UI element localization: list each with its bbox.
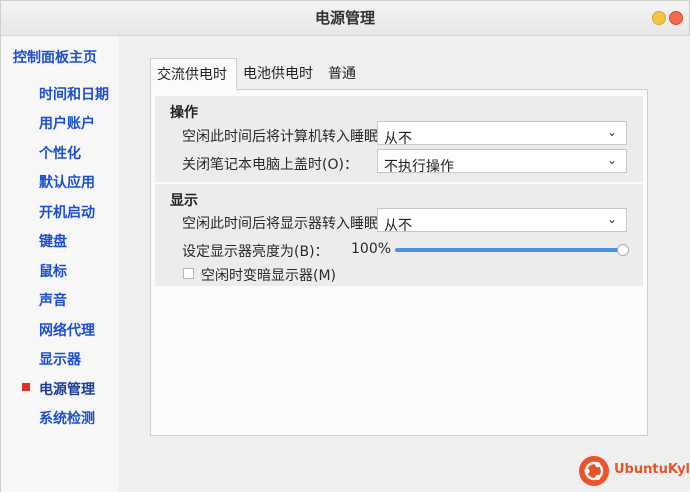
dim-display-label: 空闲时变暗显示器(M) (201, 268, 337, 284)
sidebar-item-power[interactable]: 电源管理 (39, 379, 95, 399)
power-management-window: 电源管理 控制面板主页 时间和日期 用户账户 个性化 默认应用 开机启动 键盘 … (0, 0, 690, 492)
idle-display-label: 空闲此时间后将显示器转入睡眠 (182, 216, 378, 232)
minimize-button[interactable] (652, 11, 666, 25)
sidebar-item-startup[interactable]: 开机启动 (39, 202, 95, 222)
brightness-value: 100% (351, 241, 392, 257)
active-item-marker (22, 383, 30, 391)
sidebar-item-system-check[interactable]: 系统检测 (39, 408, 95, 428)
sidebar-item-network-proxy[interactable]: 网络代理 (39, 320, 95, 340)
brightness-label: 设定显示器亮度为(B)： (182, 244, 329, 260)
idle-sleep-label: 空闲此时间后将计算机转入睡眠 (182, 129, 378, 145)
brand-logo: UbuntuKylin (579, 456, 690, 486)
operation-title: 操作 (170, 105, 198, 121)
main-content: 交流供电时 电池供电时 普通 操作 空闲此时间后将计算机转入睡眠 从不 ⌄ 关闭… (119, 36, 690, 492)
tab-general[interactable]: 普通 (328, 58, 356, 90)
lid-close-value: 不执行操作 (384, 159, 454, 173)
chevron-down-icon: ⌄ (606, 153, 617, 167)
sidebar-item-user-accounts[interactable]: 用户账户 (39, 113, 95, 133)
window-title: 电源管理 (314, 9, 375, 27)
operation-group: 操作 空闲此时间后将计算机转入睡眠 从不 ⌄ 关闭笔记本电脑上盖时(O)： 不执… (155, 96, 643, 182)
chevron-down-icon: ⌄ (606, 125, 617, 139)
close-button[interactable] (669, 11, 683, 25)
dim-display-checkbox[interactable] (183, 268, 194, 279)
tab-ac-power[interactable]: 交流供电时 (150, 58, 237, 90)
sidebar-home-link[interactable]: 控制面板主页 (13, 47, 115, 67)
display-title: 显示 (170, 193, 198, 209)
tab-battery-power[interactable]: 电池供电时 (243, 58, 313, 90)
lid-close-label: 关闭笔记本电脑上盖时(O)： (182, 157, 358, 173)
sidebar-item-datetime[interactable]: 时间和日期 (39, 84, 109, 104)
sidebar: 控制面板主页 时间和日期 用户账户 个性化 默认应用 开机启动 键盘 鼠标 声音… (1, 36, 120, 492)
ubuntu-kylin-logo-icon (579, 456, 609, 486)
brightness-slider[interactable] (395, 248, 623, 252)
sidebar-item-display[interactable]: 显示器 (39, 349, 81, 369)
sidebar-item-personalization[interactable]: 个性化 (39, 143, 81, 163)
settings-panel: 操作 空闲此时间后将计算机转入睡眠 从不 ⌄ 关闭笔记本电脑上盖时(O)： 不执… (150, 89, 648, 436)
idle-sleep-value: 从不 (384, 131, 412, 145)
brightness-slider-handle[interactable] (617, 244, 629, 256)
display-group: 显示 空闲此时间后将显示器转入睡眠 从不 ⌄ 设定显示器亮度为(B)： 100%… (155, 184, 643, 286)
sidebar-item-mouse[interactable]: 鼠标 (39, 261, 67, 281)
brand-name: UbuntuKylin (614, 462, 690, 477)
idle-display-select[interactable]: 从不 ⌄ (377, 208, 627, 232)
sidebar-item-sound[interactable]: 声音 (39, 290, 67, 310)
title-bar: 电源管理 (1, 1, 689, 36)
lid-close-select[interactable]: 不执行操作 ⌄ (377, 149, 627, 173)
chevron-down-icon: ⌄ (606, 212, 617, 226)
idle-sleep-select[interactable]: 从不 ⌄ (377, 121, 627, 145)
sidebar-item-keyboard[interactable]: 键盘 (39, 231, 67, 251)
idle-display-value: 从不 (384, 218, 412, 232)
sidebar-item-default-apps[interactable]: 默认应用 (39, 172, 95, 192)
